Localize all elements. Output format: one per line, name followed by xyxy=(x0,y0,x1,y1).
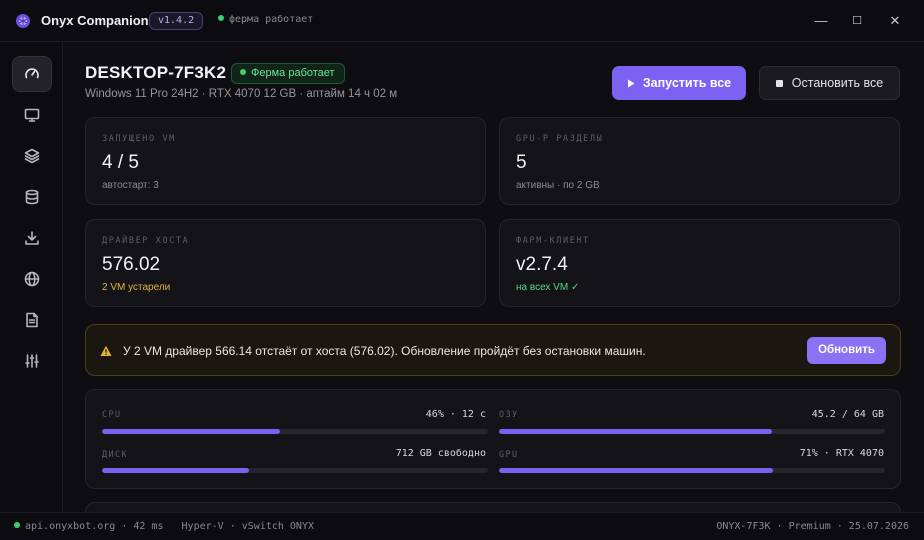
cpu-bar-fill xyxy=(102,429,280,434)
app-logo-icon xyxy=(16,14,30,28)
sidebar-item-downloads[interactable] xyxy=(12,220,52,256)
ram-bar xyxy=(499,429,885,434)
card-value: v2.7.4 xyxy=(516,254,568,275)
metric-disk-value: 712 GB свободно xyxy=(395,448,486,459)
gpu-bar-fill xyxy=(499,468,774,473)
start-all-button[interactable]: Запустить все xyxy=(612,66,746,100)
sidebar-item-dashboard[interactable] xyxy=(12,56,52,92)
cpu-bar xyxy=(102,429,488,434)
sidebar-item-storage[interactable] xyxy=(12,179,52,215)
globe-icon xyxy=(24,271,40,287)
metric-disk-label: ДИСК xyxy=(102,450,129,460)
host-name: DESKTOP-7F3K2 xyxy=(85,63,227,82)
resource-metrics: CPU 46% · 12 с ОЗУ 45.2 / 64 GB ДИСК 712… xyxy=(85,389,901,489)
metric-gpu-label: GPU xyxy=(499,450,519,460)
status-bar: api.onyxbot.org · 42 ms Hyper-V · vSwitc… xyxy=(0,512,924,540)
stop-all-label: Остановить все xyxy=(791,76,884,90)
card-gpu-partitions: GPU-P РАЗДЕЛЫ 5 активны · по 2 GB xyxy=(499,117,900,205)
app-title: Onyx Companion xyxy=(41,13,149,28)
sidebar-item-settings[interactable] xyxy=(12,343,52,379)
sidebar xyxy=(0,42,63,512)
sliders-icon xyxy=(25,354,39,368)
status-left-text: api.onyxbot.org · 42 ms Hyper-V · vSwitc… xyxy=(25,521,314,532)
minimize-button[interactable]: — xyxy=(811,11,831,31)
sidebar-item-machines[interactable] xyxy=(12,97,52,133)
card-label: ЗАПУЩЕНО VM xyxy=(102,134,176,144)
card-label: ДРАЙВЕР ХОСТА xyxy=(102,236,190,246)
dashboard-gauge-icon xyxy=(25,68,39,79)
card-sub: активны · по 2 GB xyxy=(516,180,600,191)
metric-ram-value: 45.2 / 64 GB xyxy=(811,409,884,420)
layers-icon xyxy=(24,148,40,164)
stop-icon xyxy=(775,79,783,87)
sidebar-item-network[interactable] xyxy=(12,261,52,297)
card-sub-ok: на всех VM ✓ xyxy=(516,282,580,293)
card-sub-warning: 2 VM устарели xyxy=(102,282,171,293)
card-host-driver: ДРАЙВЕР ХОСТА 576.02 2 VM устарели xyxy=(85,219,486,307)
card-label: ФАРМ-КЛИЕНТ xyxy=(516,236,590,246)
card-value: 5 xyxy=(516,152,527,173)
disk-bar xyxy=(102,468,488,473)
disk-bar-fill xyxy=(102,468,249,473)
driver-update-alert: У 2 VM драйвер 566.14 отстаёт от хоста (… xyxy=(85,324,901,376)
stop-all-button[interactable]: Остановить все xyxy=(759,66,900,100)
play-icon xyxy=(627,79,635,87)
card-farm-client: ФАРМ-КЛИЕНТ v2.7.4 на всех VM ✓ xyxy=(499,219,900,307)
badge-label: Ферма работает xyxy=(251,67,335,79)
ram-bar-fill xyxy=(499,429,772,434)
maximize-button[interactable]: ☐ xyxy=(847,11,867,31)
update-button[interactable]: Обновить xyxy=(807,337,886,364)
gpu-bar xyxy=(499,468,885,473)
download-icon xyxy=(25,231,39,245)
card-value: 576.02 xyxy=(102,254,161,275)
metric-cpu-label: CPU xyxy=(102,410,122,420)
status-left: api.onyxbot.org · 42 ms Hyper-V · vSwitc… xyxy=(14,521,314,532)
card-label: GPU-P РАЗДЕЛЫ xyxy=(516,134,604,144)
metric-ram-label: ОЗУ xyxy=(499,410,519,420)
farm-status: ферма работает xyxy=(218,14,313,25)
metric-gpu-value: 71% · RTX 4070 xyxy=(799,448,884,459)
title-bar: Onyx Companion v1.4.2 ферма работает — ☐… xyxy=(0,0,924,42)
card-sub: автостарт: 3 xyxy=(102,180,159,191)
card-running-vms: ЗАПУЩЕНО VM 4 / 5 автостарт: 3 xyxy=(85,117,486,205)
status-dot-icon xyxy=(218,15,224,21)
sidebar-item-logs[interactable] xyxy=(12,302,52,338)
connection-dot-icon xyxy=(14,522,20,528)
status-right: ONYX-7F3K · Premium · 25.07.2026 xyxy=(716,521,909,532)
start-all-label: Запустить все xyxy=(642,76,732,90)
status-dot-icon xyxy=(240,69,246,76)
database-icon xyxy=(25,189,39,205)
farm-status-label: ферма работает xyxy=(229,14,314,25)
monitor-icon xyxy=(24,108,40,122)
metric-cpu-value: 46% · 12 с xyxy=(425,409,486,420)
version-badge: v1.4.2 xyxy=(149,12,204,30)
farm-running-badge: Ферма работает xyxy=(231,63,345,84)
host-meta: Windows 11 Pro 24H2 · RTX 4070 12 GB · а… xyxy=(85,88,398,100)
sidebar-item-layers[interactable] xyxy=(12,138,52,174)
card-value: 4 / 5 xyxy=(102,152,139,173)
close-button[interactable]: ✕ xyxy=(885,11,905,31)
warning-icon xyxy=(100,345,112,356)
document-icon xyxy=(26,312,38,328)
alert-text: У 2 VM драйвер 566.14 отстаёт от хоста (… xyxy=(123,344,646,358)
